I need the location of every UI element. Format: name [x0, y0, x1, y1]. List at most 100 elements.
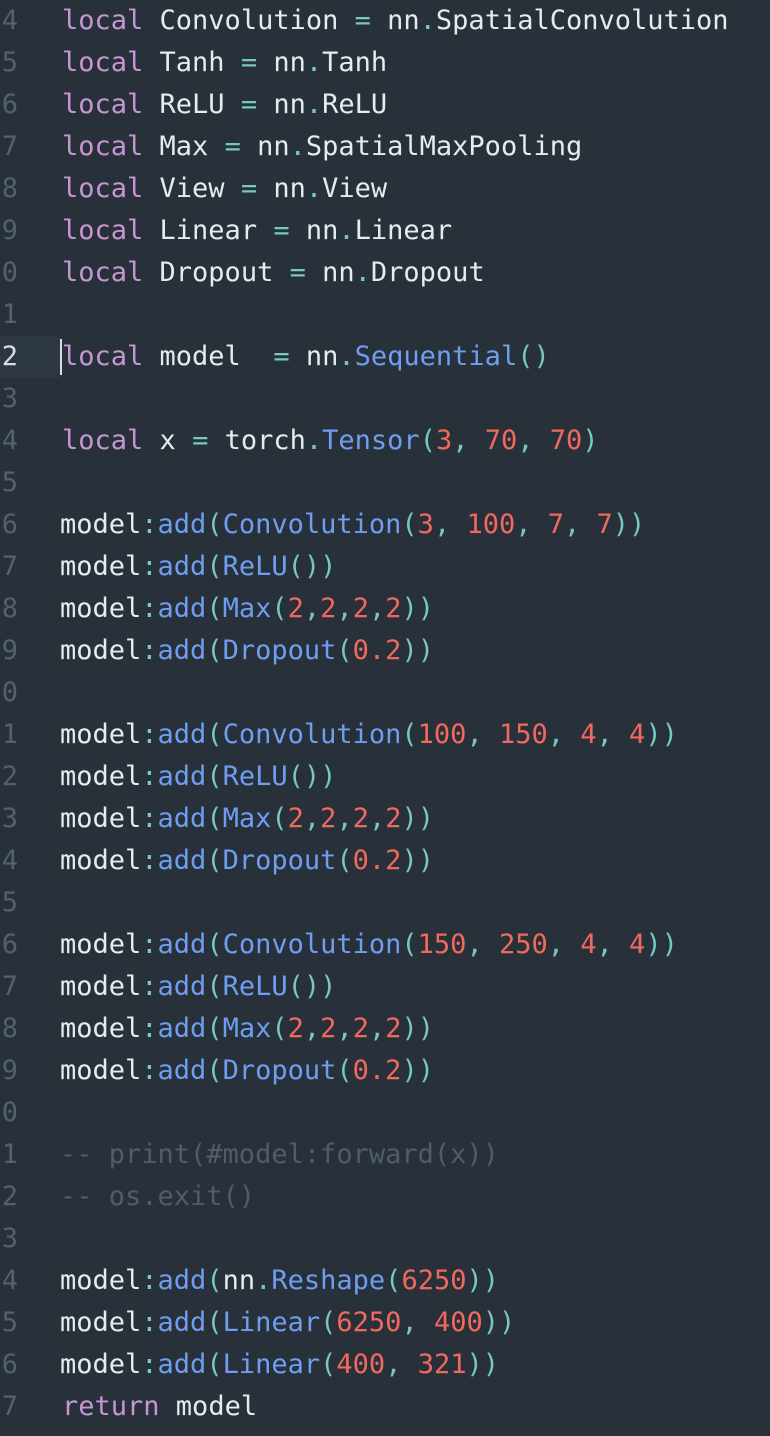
line-number: 7: [1, 971, 18, 1002]
token-plain: View: [322, 173, 388, 204]
token-num: 4: [580, 929, 597, 960]
token-fn: add: [157, 1013, 207, 1044]
code-text: -- print(#model:forward(x)): [60, 1134, 499, 1176]
token-op: .: [289, 131, 306, 162]
code-text: local Max = nn.SpatialMaxPooling: [62, 126, 582, 168]
token-op: .: [338, 341, 355, 372]
code-line[interactable]: 8 model:add(Max(2,2,2,2)): [0, 1008, 770, 1050]
token-op: ,: [547, 719, 581, 750]
code-text: local View = nn.View: [62, 168, 387, 210]
code-line[interactable]: 2 -- os.exit(): [0, 1176, 770, 1218]
code-line[interactable]: 7 return model: [0, 1386, 770, 1428]
token-fn: add: [157, 635, 207, 666]
line-number: 6: [1, 1349, 18, 1380]
token-fn: add: [157, 1349, 207, 1380]
code-editor[interactable]: 4 local Convolution = nn.SpatialConvoluti…: [0, 0, 770, 1436]
line-number: 2: [1, 341, 18, 372]
token-kw: local: [62, 257, 144, 288]
line-number: 8: [1, 173, 18, 204]
token-op: )): [401, 845, 434, 876]
code-line[interactable]: 3: [0, 378, 770, 420]
code-text: model:add(Convolution(150, 250, 4, 4)): [60, 924, 678, 966]
code-line[interactable]: 0 local Dropout = nn.Dropout: [0, 252, 770, 294]
line-number: 9: [1, 635, 18, 666]
token-fn: add: [157, 719, 207, 750]
token-fn: add: [157, 509, 207, 540]
token-fn: add: [157, 761, 207, 792]
token-plain: Linear: [354, 215, 453, 246]
token-op: :: [141, 803, 158, 834]
code-line[interactable]: 0: [0, 1092, 770, 1134]
token-op: ()): [287, 761, 337, 792]
token-num: 400: [433, 1307, 483, 1338]
code-line[interactable]: 4 model:add(Dropout(0.2)): [0, 840, 770, 882]
code-line[interactable]: 6 model:add(Linear(400, 321)): [0, 1344, 770, 1386]
token-num: 321: [417, 1349, 467, 1380]
line-number: 3: [1, 1223, 18, 1254]
code-line[interactable]: 5: [0, 462, 770, 504]
token-plain: Convolution: [143, 5, 355, 36]
token-op: ,: [303, 593, 321, 624]
token-op: :: [141, 635, 158, 666]
token-num: 2: [385, 1013, 402, 1044]
code-line[interactable]: 0: [0, 672, 770, 714]
token-num: 2: [385, 593, 402, 624]
code-line[interactable]: 5: [0, 882, 770, 924]
token-plain: nn: [257, 47, 306, 78]
code-line[interactable]: 6 local ReLU = nn.ReLU: [0, 84, 770, 126]
token-plain: model: [60, 845, 142, 876]
code-line[interactable]: 8 model:add(Max(2,2,2,2)): [0, 588, 770, 630]
code-line[interactable]: 2 local model = nn.Sequential(): [0, 336, 770, 378]
code-line[interactable]: 1: [0, 294, 770, 336]
token-num: 2: [352, 593, 369, 624]
token-op: (: [206, 971, 223, 1002]
code-text: -- os.exit(): [60, 1176, 255, 1218]
code-line[interactable]: 7 model:add(ReLU()): [0, 546, 770, 588]
code-line[interactable]: 3 model:add(Max(2,2,2,2)): [0, 798, 770, 840]
token-op: ,: [452, 425, 485, 456]
token-num: 400: [336, 1349, 386, 1380]
token-op: (: [385, 1265, 402, 1296]
code-line[interactable]: 7 model:add(ReLU()): [0, 966, 770, 1008]
line-number: 9: [1, 215, 18, 246]
code-line[interactable]: 8 local View = nn.View: [0, 168, 770, 210]
code-line[interactable]: 9 local Linear = nn.Linear: [0, 210, 770, 252]
token-op: ,: [368, 593, 386, 624]
code-line[interactable]: 4 local Convolution = nn.SpatialConvoluti…: [0, 0, 770, 42]
line-number: 7: [1, 1391, 18, 1422]
line-number: 7: [1, 551, 18, 582]
code-line[interactable]: 4 local x = torch.Tensor(3, 70, 70): [0, 420, 770, 462]
token-op: =: [192, 425, 209, 456]
line-number: 1: [1, 299, 18, 330]
code-line[interactable]: 5 model:add(Linear(6250, 400)): [0, 1302, 770, 1344]
token-plain: model: [60, 803, 142, 834]
code-line[interactable]: 4 model:add(nn.Reshape(6250)): [0, 1260, 770, 1302]
token-plain: x: [143, 425, 193, 456]
line-number: 7: [1, 131, 18, 162]
code-line[interactable]: 5 local Tanh = nn.Tanh: [0, 42, 770, 84]
token-op: )): [401, 1055, 434, 1086]
token-plain: Dropout: [143, 257, 290, 288]
token-plain: ReLU: [322, 89, 388, 120]
token-plain: model: [60, 1265, 142, 1296]
code-line[interactable]: 6 model:add(Convolution(150, 250, 4, 4)): [0, 924, 770, 966]
token-op: ,: [303, 803, 321, 834]
token-num: 150: [417, 929, 467, 960]
code-line[interactable]: 9 model:add(Dropout(0.2)): [0, 630, 770, 672]
token-op: (: [206, 551, 223, 582]
code-line[interactable]: 1 model:add(Convolution(100, 150, 4, 4)): [0, 714, 770, 756]
token-num: 4: [629, 929, 646, 960]
token-op: )): [401, 635, 434, 666]
line-number: 3: [1, 803, 18, 834]
code-line[interactable]: 9 model:add(Dropout(0.2)): [0, 1050, 770, 1092]
code-line[interactable]: 6 model:add(Convolution(3, 100, 7, 7)): [0, 504, 770, 546]
token-plain: nn: [370, 5, 420, 36]
code-line[interactable]: 3: [0, 1218, 770, 1260]
code-line[interactable]: 7 local Max = nn.SpatialMaxPooling: [0, 126, 770, 168]
line-number: 4: [1, 5, 18, 36]
token-fn: Max: [222, 593, 272, 624]
code-line[interactable]: 1 -- print(#model:forward(x)): [0, 1134, 770, 1176]
line-number: 4: [1, 845, 18, 876]
code-line[interactable]: 2 model:add(ReLU()): [0, 756, 770, 798]
line-number: 5: [1, 47, 18, 78]
